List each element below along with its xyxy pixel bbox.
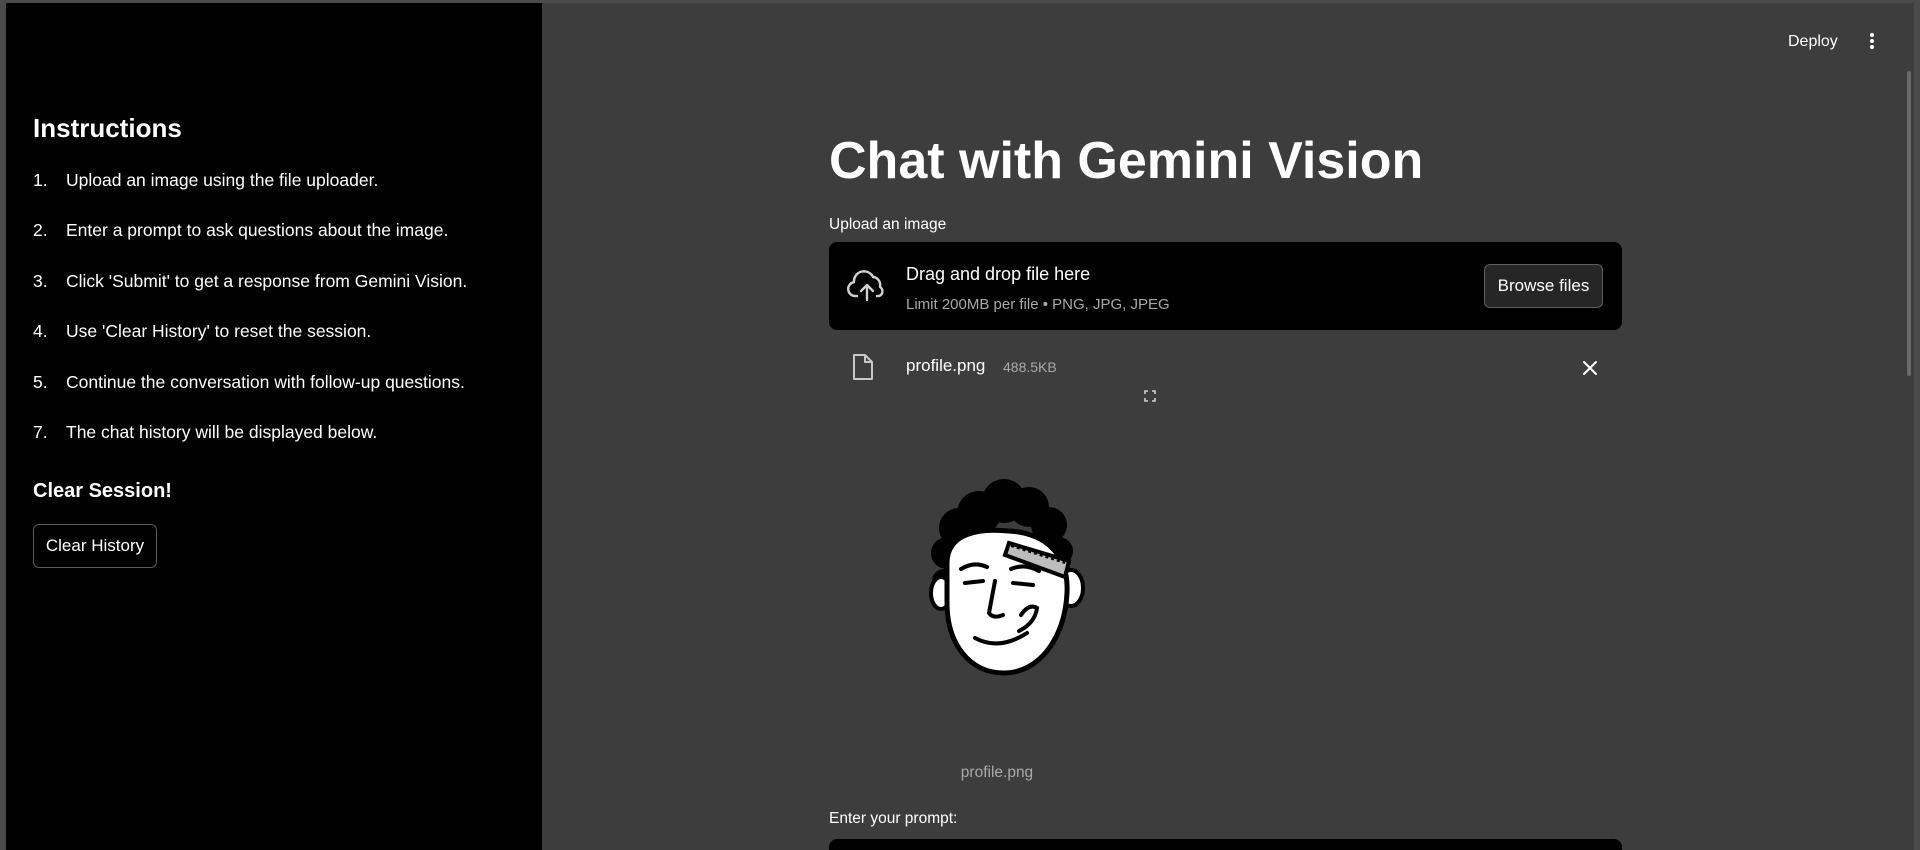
instruction-number: 3. [33,270,48,291]
instruction-item: 2. Enter a prompt to ask questions about … [33,220,467,270]
instruction-number: 7. [33,421,48,442]
cloud-upload-icon [847,270,884,302]
clear-session-heading: Clear Session! [33,480,172,502]
upload-label: Upload an image [829,216,947,233]
instruction-number: 4. [33,321,48,342]
instruction-item: 1. Upload an image using the file uploade… [33,170,467,220]
profile-image[interactable] [899,473,1109,693]
prompt-input[interactable] [829,839,1622,850]
file-icon [853,354,873,380]
instruction-number: 5. [33,371,48,392]
instruction-text: Enter a prompt to ask questions about th… [66,220,449,241]
page-title: Chat with Gemini Vision [829,132,1424,190]
file-dropzone[interactable]: Drag and drop file here Limit 200MB per … [829,242,1622,330]
scrollbar[interactable] [1907,71,1911,376]
instruction-item: 5. Continue the conversation with follow-… [33,372,467,422]
instruction-text: Continue the conversation with follow-up… [66,371,465,392]
kebab-menu-icon[interactable] [1866,33,1878,53]
prompt-label: Enter your prompt: [829,810,958,827]
app-window: Instructions 1. Upload an image using the… [6,3,1914,850]
sidebar-title: Instructions [33,113,182,143]
browse-files-button[interactable]: Browse files [1484,264,1603,308]
instruction-item: 4. Use 'Clear History' to reset the sessi… [33,321,467,371]
file-name: profile.png [906,356,986,375]
instruction-text: Use 'Clear History' to reset the session… [66,321,372,342]
clear-history-button[interactable]: Clear History [33,524,157,568]
file-size: 488.5KB [1003,359,1057,375]
instruction-item: 7. The chat history will be displayed bel… [33,422,467,472]
fullscreen-icon[interactable] [1142,388,1158,404]
instruction-item: 3. Click 'Submit' to get a response from … [33,271,467,321]
instruction-text: Click 'Submit' to get a response from Ge… [66,270,468,291]
deploy-button[interactable]: Deploy [1788,33,1838,51]
dropzone-instruction: Drag and drop file here [906,264,1091,284]
sidebar: Instructions 1. Upload an image using the… [6,3,542,850]
uploaded-file-row: profile.png 488.5KB [829,348,1622,388]
instruction-number: 2. [33,220,48,241]
instruction-text: The chat history will be displayed below… [66,421,378,442]
instruction-text: Upload an image using the file uploader. [66,170,379,190]
image-caption: profile.png [960,764,1034,781]
dropzone-limit: Limit 200MB per file • PNG, JPG, JPEG [906,296,1170,313]
instructions-list: 1. Upload an image using the file uploade… [33,170,467,472]
close-icon[interactable] [1582,360,1598,376]
instruction-number: 1. [33,170,48,190]
